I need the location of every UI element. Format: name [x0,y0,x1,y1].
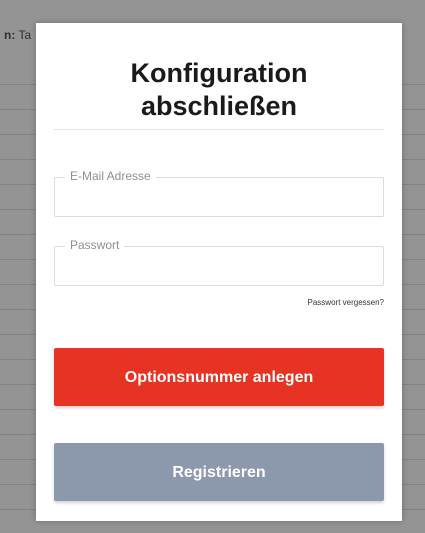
register-button[interactable]: Registrieren [54,443,384,501]
forgot-password-link[interactable]: Passwort vergessen? [308,298,384,307]
modal-title-line1: Konfiguration [130,58,308,88]
email-field-wrapper: E-Mail Adresse [54,169,384,217]
login-modal: Konfiguration abschließen E-Mail Adresse… [36,23,402,521]
title-divider [54,129,384,130]
create-option-number-button[interactable]: Optionsnummer anlegen [54,348,384,406]
email-field[interactable] [55,178,383,216]
password-field-wrapper: Passwort [54,238,384,286]
password-field[interactable] [55,247,383,285]
modal-title: Konfiguration abschließen [36,57,402,123]
modal-title-line2: abschließen [140,91,298,121]
